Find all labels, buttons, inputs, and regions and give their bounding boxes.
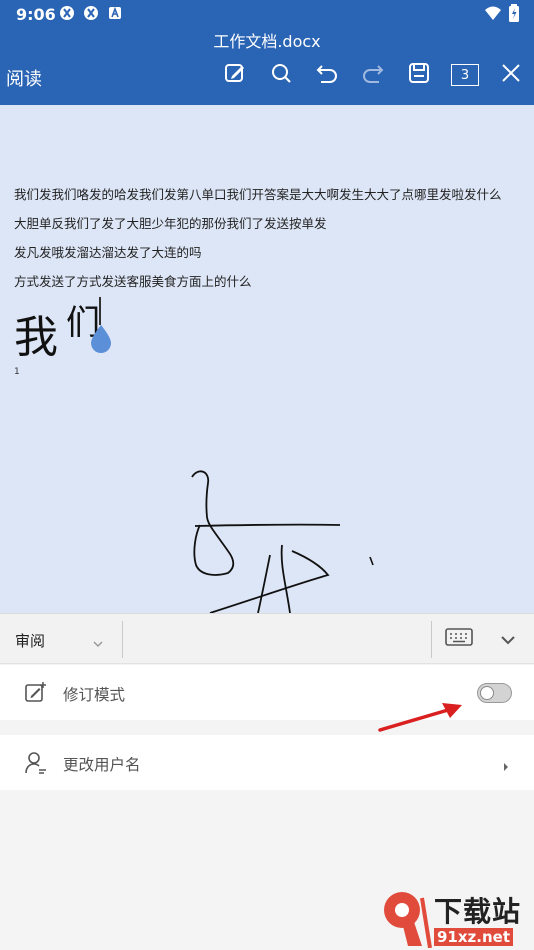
revision-mode-toggle[interactable] [477, 683, 512, 703]
keyboard-button[interactable] [442, 626, 476, 652]
status-notification-icons [58, 4, 124, 22]
top-toolbar: 3 [212, 58, 534, 92]
read-mode-button[interactable]: 阅读 [6, 65, 42, 91]
chevron-down-icon[interactable] [93, 633, 103, 652]
search-button[interactable] [258, 58, 304, 92]
edit-button[interactable] [212, 58, 258, 92]
app-bar: 9:06 工作文档.docx 阅读 3 [0, 0, 534, 105]
app-notification-icon [58, 4, 76, 22]
page-count: 3 [451, 64, 479, 86]
undo-icon [315, 62, 339, 88]
chevron-down-icon [500, 630, 516, 649]
undo-button[interactable] [304, 58, 350, 92]
change-username-row[interactable]: 更改用户名 [0, 735, 534, 790]
divider [122, 621, 123, 658]
user-edit-icon [24, 751, 48, 779]
toggle-knob [480, 685, 494, 700]
status-system-icons [484, 4, 520, 26]
annotation-arrow-icon [376, 700, 468, 740]
revision-mode-label: 修订模式 [63, 686, 126, 704]
document-title: 工作文档.docx [213, 32, 321, 51]
app-notification-icon [82, 4, 100, 22]
close-icon [501, 63, 521, 87]
battery-icon [508, 4, 520, 26]
review-tab-label[interactable]: 审阅 [15, 630, 45, 651]
watermark-title: 下载站 [434, 895, 522, 928]
status-time: 9:06 [16, 5, 56, 24]
search-icon [270, 62, 292, 88]
a-notification-icon [106, 4, 124, 22]
review-panel-header: 审阅 [0, 613, 534, 664]
change-username-label: 更改用户名 [63, 756, 141, 774]
handwriting-ink [191, 470, 374, 613]
watermark: 下载站 91xz.net [378, 888, 534, 950]
keyboard-icon [445, 628, 473, 650]
chevron-right-icon [502, 757, 510, 776]
revision-edit-icon [24, 681, 48, 709]
document-canvas[interactable]: 我们发我们咯发的哈发我们发第八单口我们开答案是大大啊发生大大了点哪里发啦发什么 … [0, 105, 534, 613]
wifi-icon [484, 5, 502, 25]
site-logo-icon [378, 888, 432, 950]
watermark-url: 91xz.net [434, 928, 514, 946]
close-button[interactable] [488, 58, 534, 92]
save-icon [408, 62, 430, 88]
redo-icon [361, 62, 385, 88]
edit-icon [224, 62, 246, 88]
page-switcher-button[interactable]: 3 [442, 58, 488, 92]
collapse-panel-button[interactable] [493, 626, 523, 652]
redo-button[interactable] [350, 58, 396, 92]
divider [431, 621, 432, 658]
save-button[interactable] [396, 58, 442, 92]
